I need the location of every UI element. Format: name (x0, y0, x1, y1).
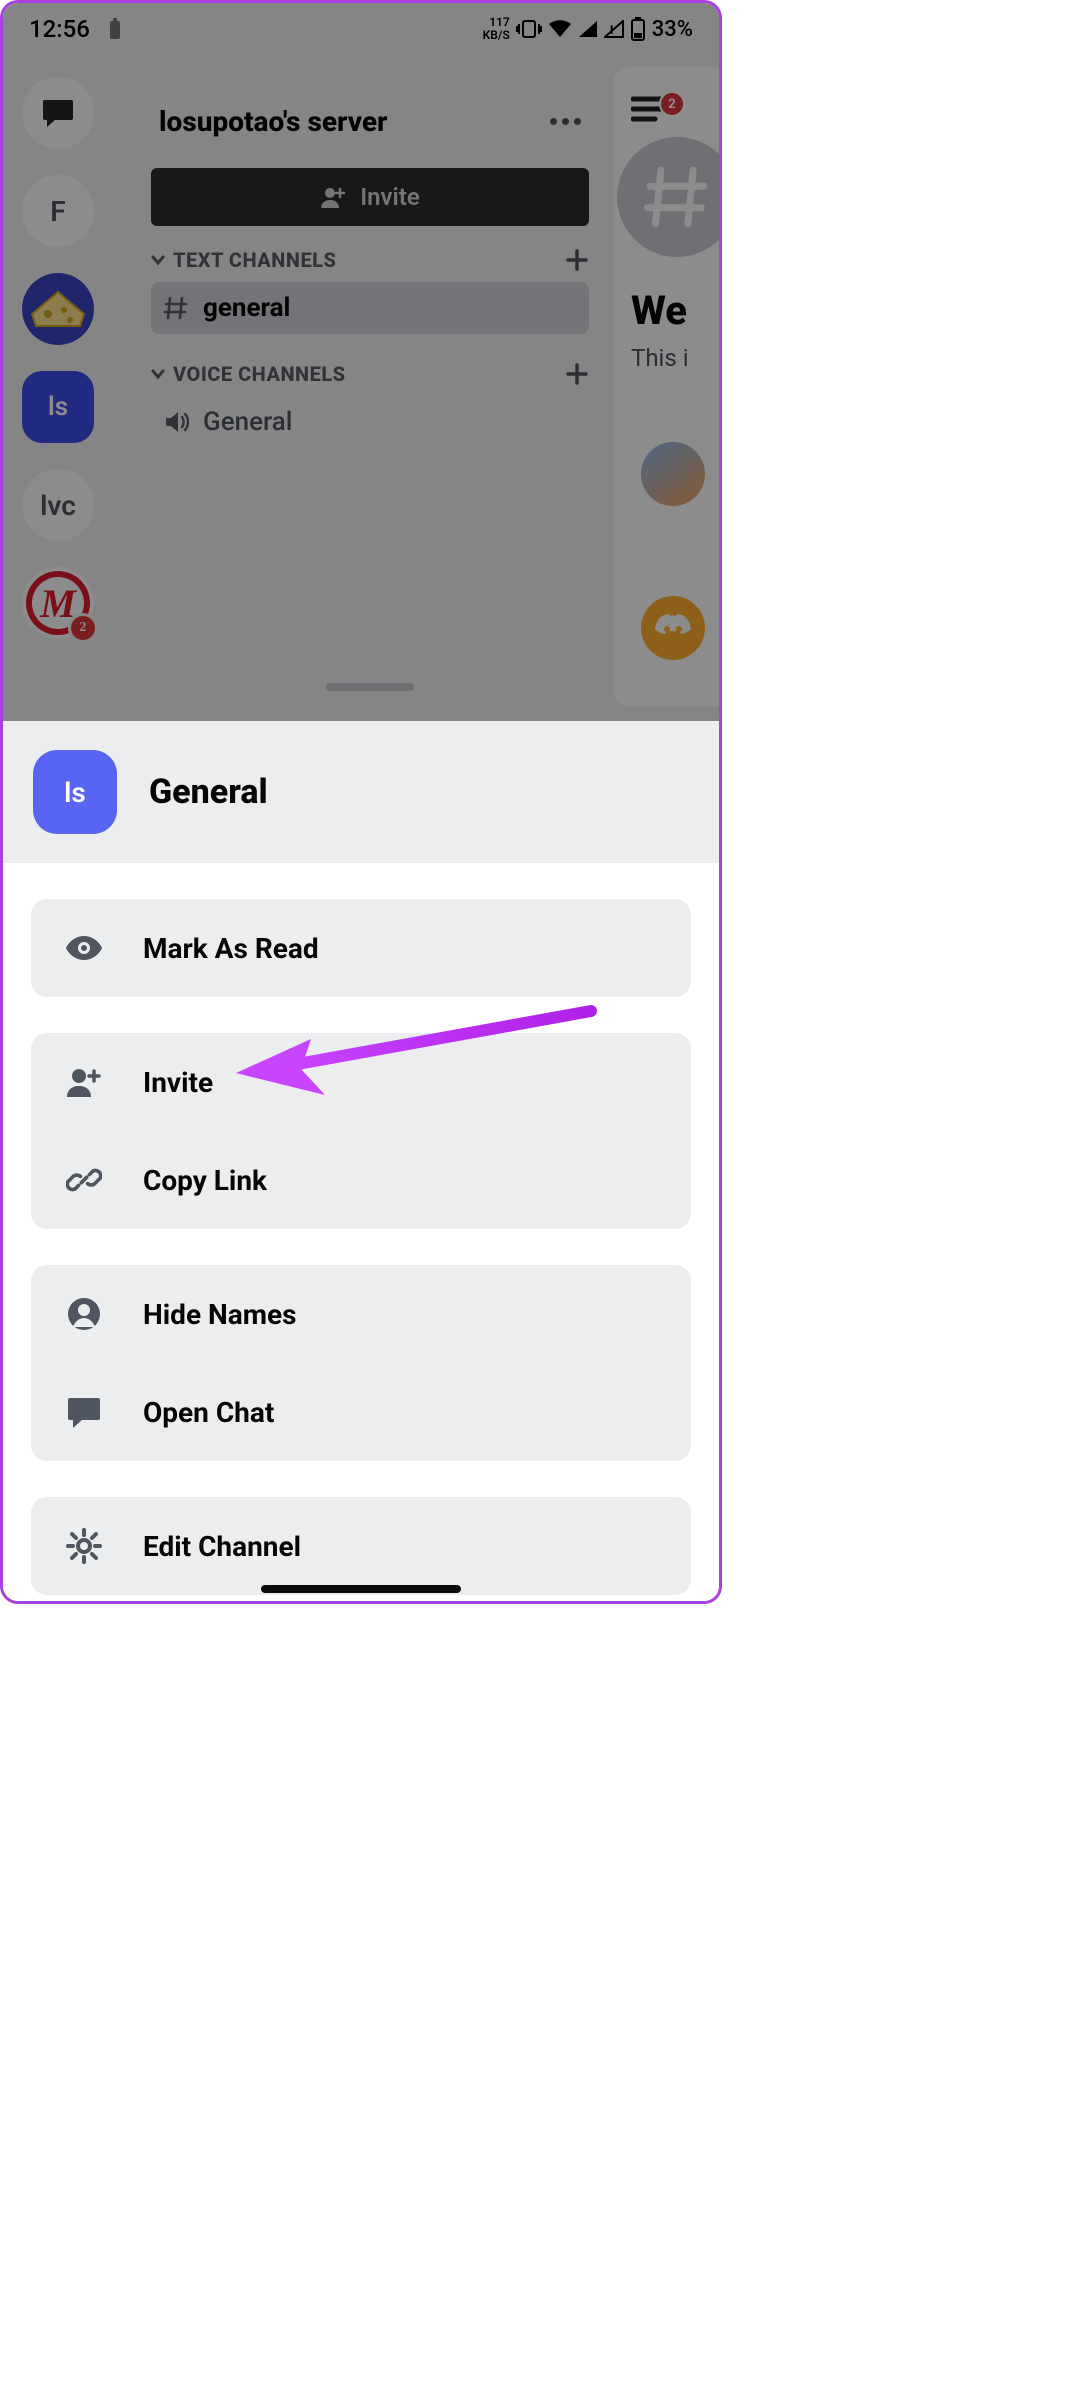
hide-names-button[interactable]: Hide Names (31, 1265, 691, 1363)
sheet-server-avatar: ls (33, 750, 117, 834)
sheet-header: ls General (3, 721, 719, 863)
user-icon (67, 1297, 101, 1331)
nav-handle[interactable] (261, 1585, 461, 1593)
open-chat-button[interactable]: Open Chat (31, 1363, 691, 1461)
edit-channel-button[interactable]: Edit Channel (31, 1497, 691, 1595)
gear-icon (66, 1528, 102, 1564)
eye-icon (65, 935, 103, 961)
chat-icon (66, 1396, 102, 1428)
copy-link-button[interactable]: Copy Link (31, 1131, 691, 1229)
mark-as-read-button[interactable]: Mark As Read (31, 899, 691, 997)
channel-action-sheet: ls General Mark As Read Invite Copy Link… (3, 721, 719, 1601)
sheet-channel-title: General (149, 772, 268, 812)
link-icon (66, 1162, 102, 1198)
invite-icon (66, 1067, 102, 1097)
invite-button[interactable]: Invite (31, 1033, 691, 1131)
modal-scrim[interactable] (3, 3, 719, 721)
